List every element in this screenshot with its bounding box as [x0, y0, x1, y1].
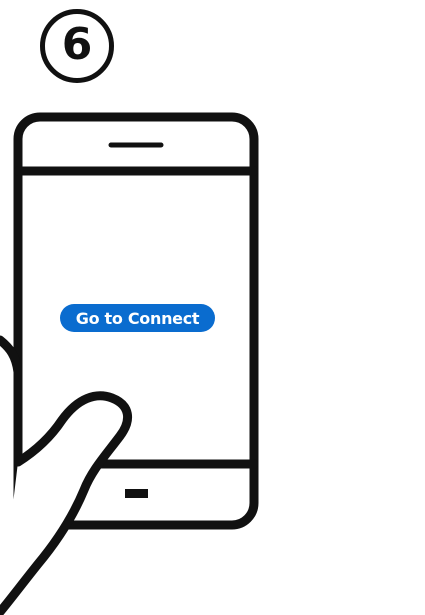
hand-back-outline: [0, 335, 23, 467]
hand-icon: [0, 335, 132, 615]
go-to-connect-button[interactable]: Go to Connect: [60, 304, 215, 332]
phone-home-button-icon: [125, 489, 148, 498]
